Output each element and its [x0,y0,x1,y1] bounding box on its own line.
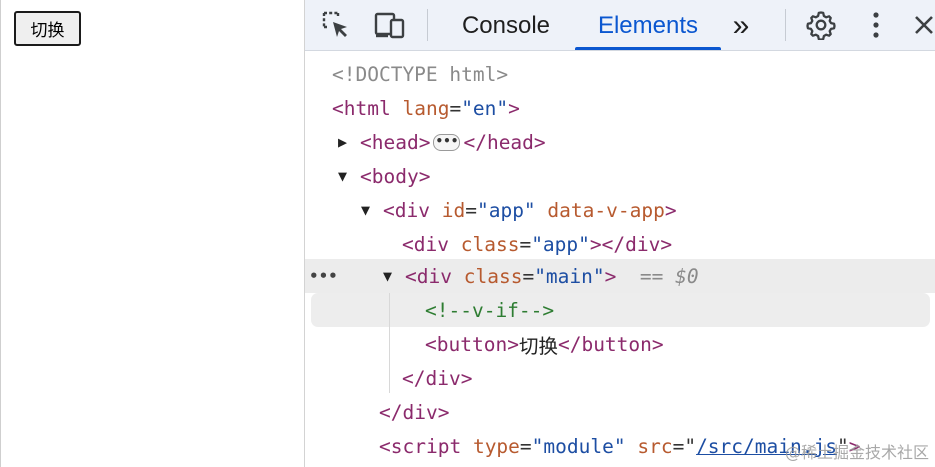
toolbar-separator [785,9,786,41]
toggle-button[interactable]: 切换 [14,11,81,46]
attr-name: type [472,434,520,458]
tab-console[interactable]: Console [445,0,567,51]
attr-name: data-v-app [547,198,665,222]
dom-node-div-class-main[interactable]: ••• ▼ < div class = "main" > == $0 [305,259,935,293]
dom-tree: <!DOCTYPE html> < html lang = "en" > ▶ < head >… [305,51,935,467]
tag-name: body [371,164,419,188]
dom-node-div-main-close[interactable]: </div > [305,361,935,395]
attr-value: "module" [531,434,626,458]
text-node: 切换 [518,334,558,358]
active-tab-indicator [575,47,721,50]
attr-name: src [637,434,673,458]
attr-value: "en" [461,96,509,120]
selected-node-marker: == $0 [639,264,699,288]
watermark: @稀土掘金技术社区 [784,443,929,462]
dom-node-body[interactable]: ▼ < body > [305,159,935,193]
tag-name: html [343,96,391,120]
tag-name: div [413,232,449,256]
collapse-triangle-icon[interactable]: ▼ [383,267,405,285]
dom-node-button[interactable]: < button > 切换 </button > [305,327,935,361]
attr-value: "app" [476,198,536,222]
tag-name: div [425,366,461,390]
tag-name: script [390,434,462,458]
tag-name: button [581,332,652,356]
more-options-icon[interactable] [859,8,893,42]
dom-node-div-class-app[interactable]: < div class = "app" ></div > [305,227,935,261]
collapse-triangle-icon[interactable]: ▼ [361,201,383,219]
tag-name: head [371,130,419,154]
more-tabs-icon[interactable]: » [723,0,759,51]
tag-name: button [436,332,508,356]
tag-name: div [625,232,661,256]
dom-node-comment[interactable]: <!--v-if--> [305,293,935,327]
device-toolbar-icon[interactable] [373,8,407,42]
close-icon[interactable] [907,8,935,42]
tab-elements[interactable]: Elements [577,0,719,51]
attr-value: "main" [534,264,605,288]
dom-node-html[interactable]: < html lang = "en" > [305,91,935,125]
node-actions-icon[interactable]: ••• [309,267,338,285]
tag-name: div [402,400,438,424]
toolbar-separator [427,9,428,41]
dom-node-div-app-close[interactable]: </div > [305,395,935,429]
dom-node-head[interactable]: ▶ < head > ••• </head > [305,125,935,159]
attr-name: lang [402,96,450,120]
dom-node-div-app[interactable]: ▼ < div id = "app" data-v-app > [305,193,935,227]
dom-node-doctype[interactable]: <!DOCTYPE html> [305,57,935,91]
comment-text: <!--v-if--> [425,298,555,322]
doctype-text: <!DOCTYPE html> [332,62,509,86]
devtools-toolbar: Console Elements » [305,0,935,51]
expand-triangle-icon[interactable]: ▶ [338,133,360,151]
tag-name: div [416,264,452,288]
attr-name: id [441,198,466,222]
attr-name: class [463,264,523,288]
page-preview: 切换 [0,0,304,467]
collapse-triangle-icon[interactable]: ▼ [338,167,360,185]
attr-name: class [460,232,520,256]
inspect-element-icon[interactable] [319,8,353,42]
devtools-panel: Console Elements » <!DOCTYPE html> < htm… [304,0,935,467]
collapsed-ellipsis-icon[interactable]: ••• [433,133,461,151]
settings-icon[interactable] [804,8,838,42]
attr-value: "app" [531,232,590,256]
tag-name: head [486,130,534,154]
tag-name: div [394,198,430,222]
